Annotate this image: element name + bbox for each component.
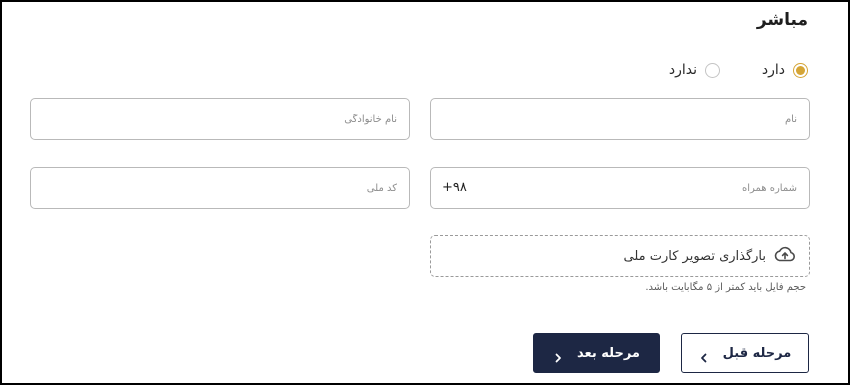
radio-option-has[interactable]: دارد: [762, 59, 808, 81]
radio-label-has: دارد: [761, 62, 785, 78]
last-name-field[interactable]: [30, 98, 410, 140]
radio-option-has-not[interactable]: ندارد: [669, 59, 720, 81]
upload-size-hint: حجم فایل باید کمتر از ۵ مگابایت باشد.: [645, 282, 806, 293]
chevron-left-icon: [699, 348, 709, 363]
phone-input[interactable]: [431, 168, 809, 208]
first-name-field[interactable]: [430, 98, 810, 140]
phone-field[interactable]: +۹۸: [430, 167, 810, 209]
radio-label-has-not: ندارد: [668, 62, 697, 78]
next-step-button[interactable]: مرحله بعد: [533, 333, 660, 373]
national-code-input[interactable]: [31, 168, 409, 208]
phone-country-prefix: +۹۸: [442, 180, 467, 195]
previous-step-label: مرحله قبل: [722, 345, 792, 361]
form-panel: مباشر دارد ندارد +۹۸ بارگذاری تصویر کارت…: [0, 0, 850, 385]
radio-unchecked-icon[interactable]: [705, 62, 720, 78]
national-code-field[interactable]: [30, 167, 410, 209]
chevron-right-icon: [553, 348, 563, 363]
first-name-input[interactable]: [431, 99, 809, 139]
section-title: مباشر: [756, 10, 808, 30]
radio-checked-icon[interactable]: [793, 62, 808, 78]
cloud-upload-icon: [774, 246, 796, 266]
last-name-input[interactable]: [31, 99, 409, 139]
national-card-upload-area[interactable]: بارگذاری تصویر کارت ملی: [430, 235, 810, 277]
previous-step-button[interactable]: مرحله قبل: [681, 333, 809, 373]
upload-label: بارگذاری تصویر کارت ملی: [623, 248, 767, 264]
next-step-label: مرحله بعد: [577, 345, 640, 361]
radio-dot: [796, 65, 805, 75]
